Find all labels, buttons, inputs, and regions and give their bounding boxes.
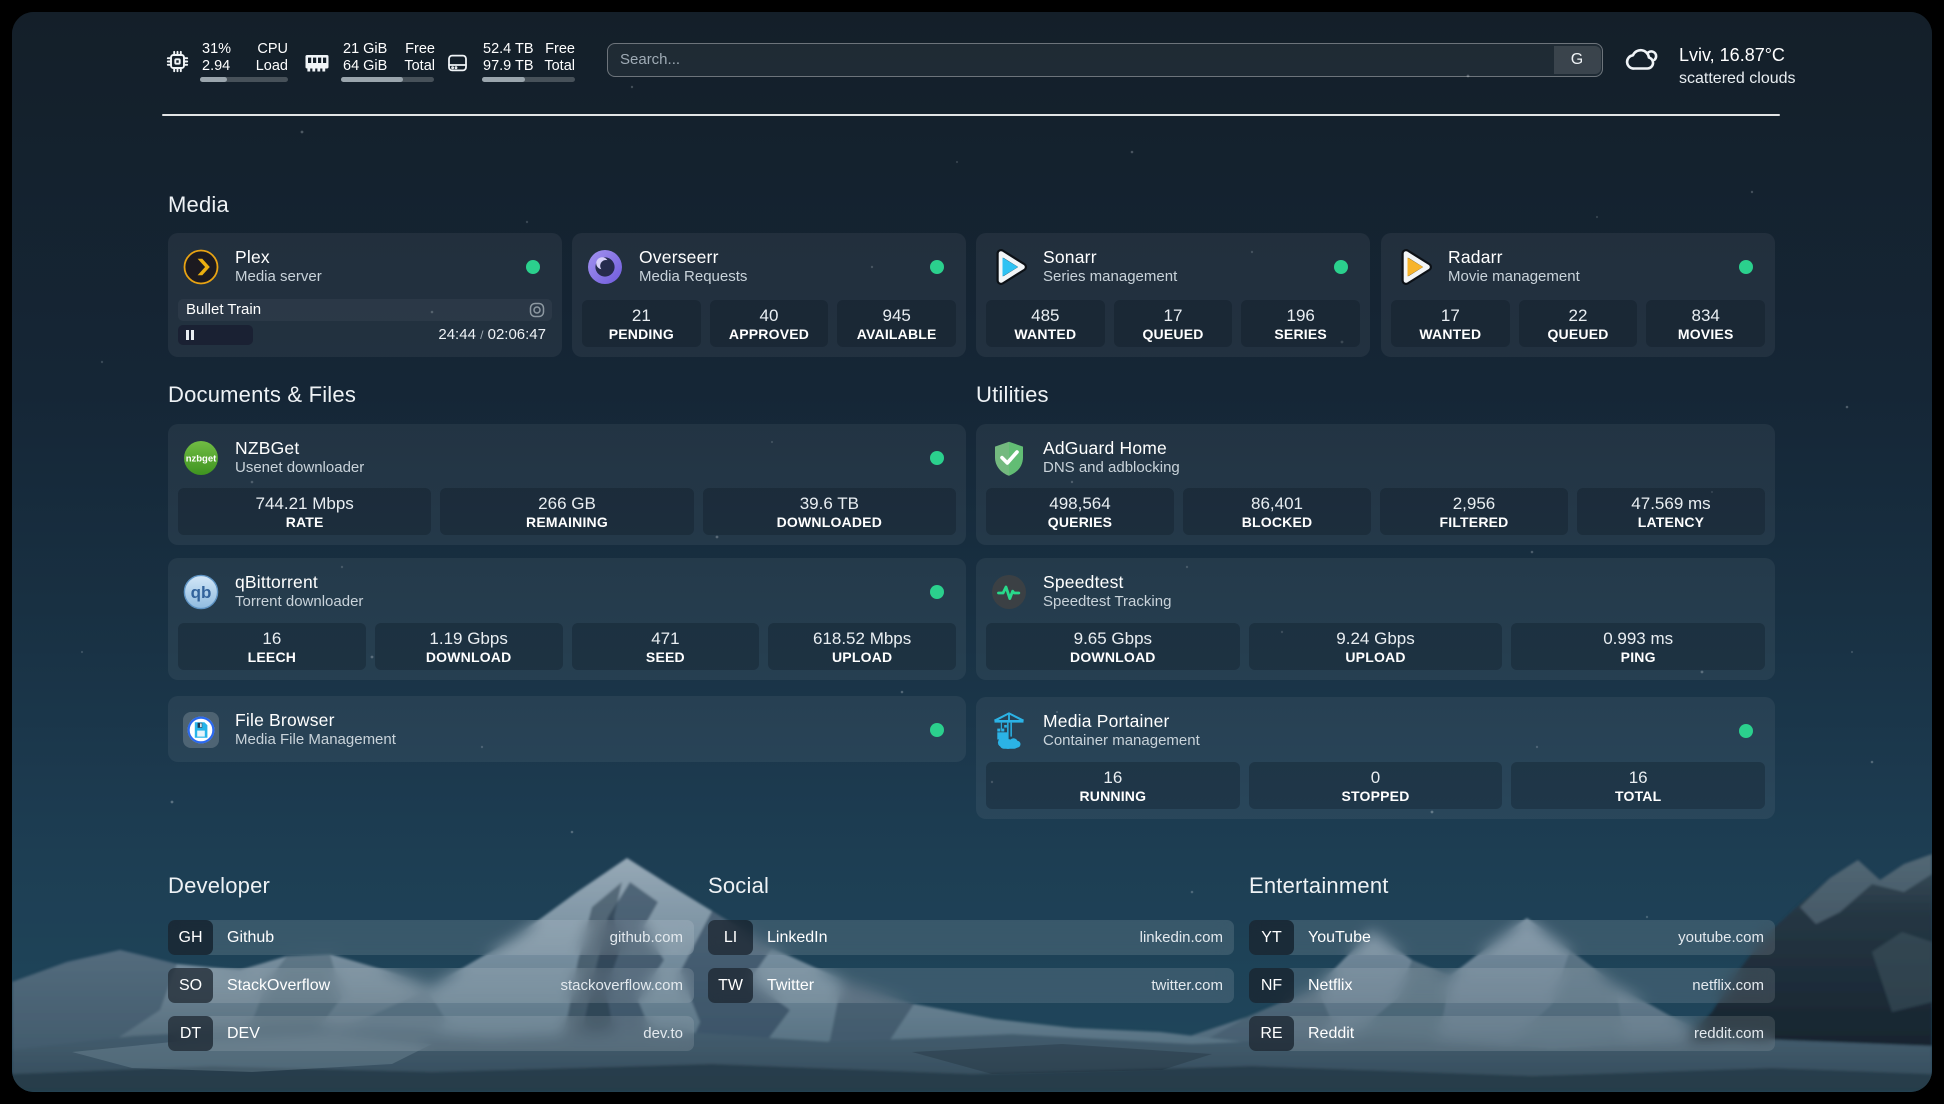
svg-text:qb: qb xyxy=(191,583,212,602)
svg-text:nzbget: nzbget xyxy=(186,454,217,465)
